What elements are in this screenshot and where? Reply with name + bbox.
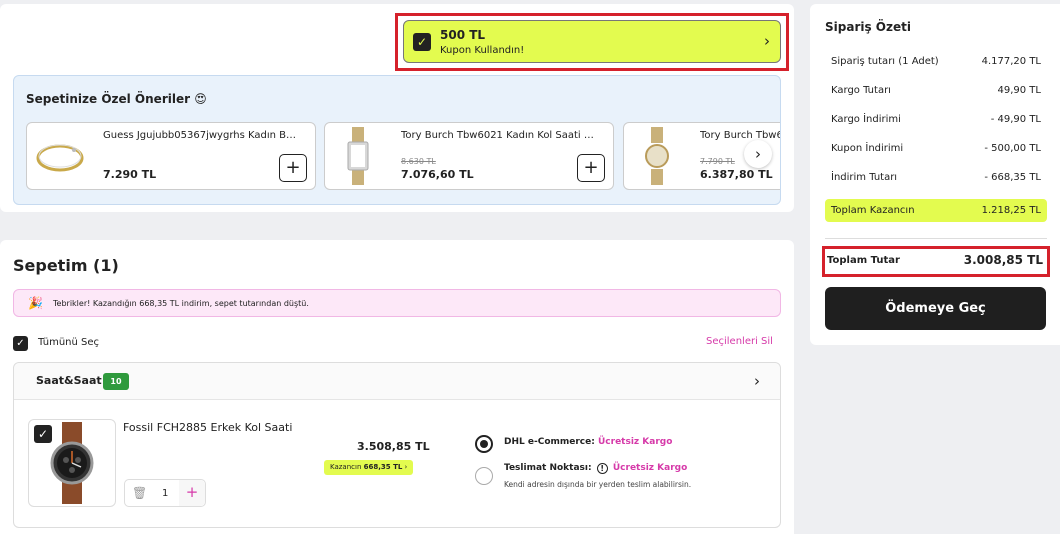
watch-image [628,127,686,185]
order-summary-card: Sipariş Özeti Sipariş tutarı (1 Adet) 4.… [810,4,1060,345]
total-savings-row: Toplam Kazancın 1.218,25 TL [825,199,1047,222]
select-all-label[interactable]: Tümünü Seç [38,337,99,348]
summary-label: İndirim Tutarı [831,172,898,183]
divider [825,238,1047,239]
seller-rating-badge: 10 [103,373,129,390]
total-label: Toplam Tutar [827,255,900,266]
summary-value: - 668,35 TL [984,172,1041,183]
shipping-option-pickup[interactable]: Teslimat Noktası: ! Ücretsiz Kargo [504,463,687,474]
delete-selected-link[interactable]: Seçilenleri Sil [706,336,773,347]
info-icon[interactable]: ! [596,463,608,474]
add-to-cart-button[interactable]: + [577,154,605,182]
summary-value: 1.218,25 TL [981,205,1041,216]
item-checkbox[interactable]: ✓ [34,425,52,443]
summary-label: Kargo Tutarı [831,85,891,96]
summary-row: Kupon İndirimi - 500,00 TL [825,139,1047,159]
item-name[interactable]: Fossil FCH2885 Erkek Kol Saati [123,421,292,434]
gain-label: Kazancın [330,463,362,471]
quantity-increase-button[interactable]: + [179,480,205,506]
seller-header[interactable]: Saat&Saat 10 › [14,363,780,400]
rec-card[interactable]: Guess Jgujubb05367jwygrhs Kadın Bileklik… [26,122,316,190]
coupon-status: Kupon Kullandın! [440,45,525,56]
rec-name: Guess Jgujubb05367jwygrhs Kadın Bileklik [103,130,298,141]
shipping-price: Ücretsiz Kargo [597,437,673,447]
cart-card: Sepetim (1) 🎉 Tebrikler! Kazandığın 668,… [0,240,794,534]
item-price: 3.508,85 TL [357,440,430,453]
rec-price: 6.387,80 TL [700,168,773,181]
summary-value: - 500,00 TL [984,143,1041,154]
checkout-button[interactable]: Ödemeye Geç [825,287,1046,330]
seller-name[interactable]: Saat&Saat [36,374,102,387]
summary-row: Sipariş tutarı (1 Adet) 4.177,20 TL [825,52,1047,72]
gain-value: 668,35 TL [363,463,403,471]
watch-image [329,127,387,185]
chevron-right-icon: › [764,32,770,50]
coupon-amount: 500 TL [440,28,486,42]
total-value: 3.008,85 TL [963,253,1043,267]
summary-title: Sipariş Özeti [825,20,911,34]
summary-label: Kargo İndirimi [831,114,901,125]
recommendations-panel: Sepetinize Özel Öneriler 😍 Guess Jgujubb… [13,75,781,205]
rec-old-price: 8.630 TL [401,157,436,166]
seller-group: Saat&Saat 10 › ✓ Fossil FCH2885 Erkek Ko… [13,362,781,528]
rec-name: Tory Burch Tbw6022 Kadın Kol Saati [700,130,780,141]
rec-price: 7.290 TL [103,168,157,181]
coupon-banner[interactable]: ✓ 500 TL Kupon Kullandın! › [403,20,781,63]
summary-row: Kargo İndirimi - 49,90 TL [825,110,1047,130]
shipping-name: DHL e-Commerce: [504,437,595,447]
congrats-text: Tebrikler! Kazandığın 668,35 TL indirim,… [53,299,309,308]
shipping-radio-dhl[interactable] [475,435,493,453]
add-to-cart-button[interactable]: + [279,154,307,182]
quantity-value: 1 [162,488,169,499]
shipping-note: Kendi adresin dışında bir yerden teslim … [504,480,692,489]
chevron-right-icon: › [404,463,408,471]
rec-old-price: 7.790 TL [700,157,735,166]
trash-icon[interactable]: 🗑 [132,486,147,500]
summary-row: İndirim Tutarı - 668,35 TL [825,168,1047,188]
product-image[interactable]: ✓ [28,419,116,507]
summary-label: Kupon İndirimi [831,143,904,154]
shipping-price: Ücretsiz Kargo [612,463,688,473]
shipping-radio-pickup[interactable] [475,467,493,485]
shipping-option-dhl[interactable]: DHL e-Commerce: Ücretsiz Kargo [504,437,672,447]
shipping-name: Teslimat Noktası: [504,463,592,473]
check-icon: ✓ [413,33,431,51]
rec-price: 7.076,60 TL [401,168,474,181]
top-card: ✓ 500 TL Kupon Kullandın! › Sepetinize Ö… [0,4,794,212]
summary-label: Toplam Kazancın [831,205,915,216]
summary-row: Kargo Tutarı 49,90 TL [825,81,1047,101]
congrats-banner: 🎉 Tebrikler! Kazandığın 668,35 TL indiri… [13,289,781,317]
chevron-right-icon[interactable]: › [744,140,772,168]
summary-value: 49,90 TL [997,85,1042,96]
recommendations-title: Sepetinize Özel Öneriler 😍 [26,92,207,106]
select-all-checkbox[interactable]: ✓ [13,336,28,351]
rec-card[interactable]: Tory Burch Tbw6021 Kadın Kol Saati Multi… [324,122,614,190]
summary-value: - 49,90 TL [990,114,1041,125]
bracelet-image [31,127,89,185]
chevron-right-icon[interactable]: › [754,372,760,390]
summary-label: Sipariş tutarı (1 Adet) [831,56,939,67]
summary-value: 4.177,20 TL [981,56,1041,67]
quantity-stepper: 🗑 1 + [124,479,206,507]
rec-name: Tory Burch Tbw6021 Kadın Kol Saati Multi… [401,130,596,141]
gain-badge[interactable]: Kazancın 668,35 TL › [324,460,414,475]
cart-title: Sepetim (1) [13,256,119,275]
party-popper-icon: 🎉 [28,296,43,310]
